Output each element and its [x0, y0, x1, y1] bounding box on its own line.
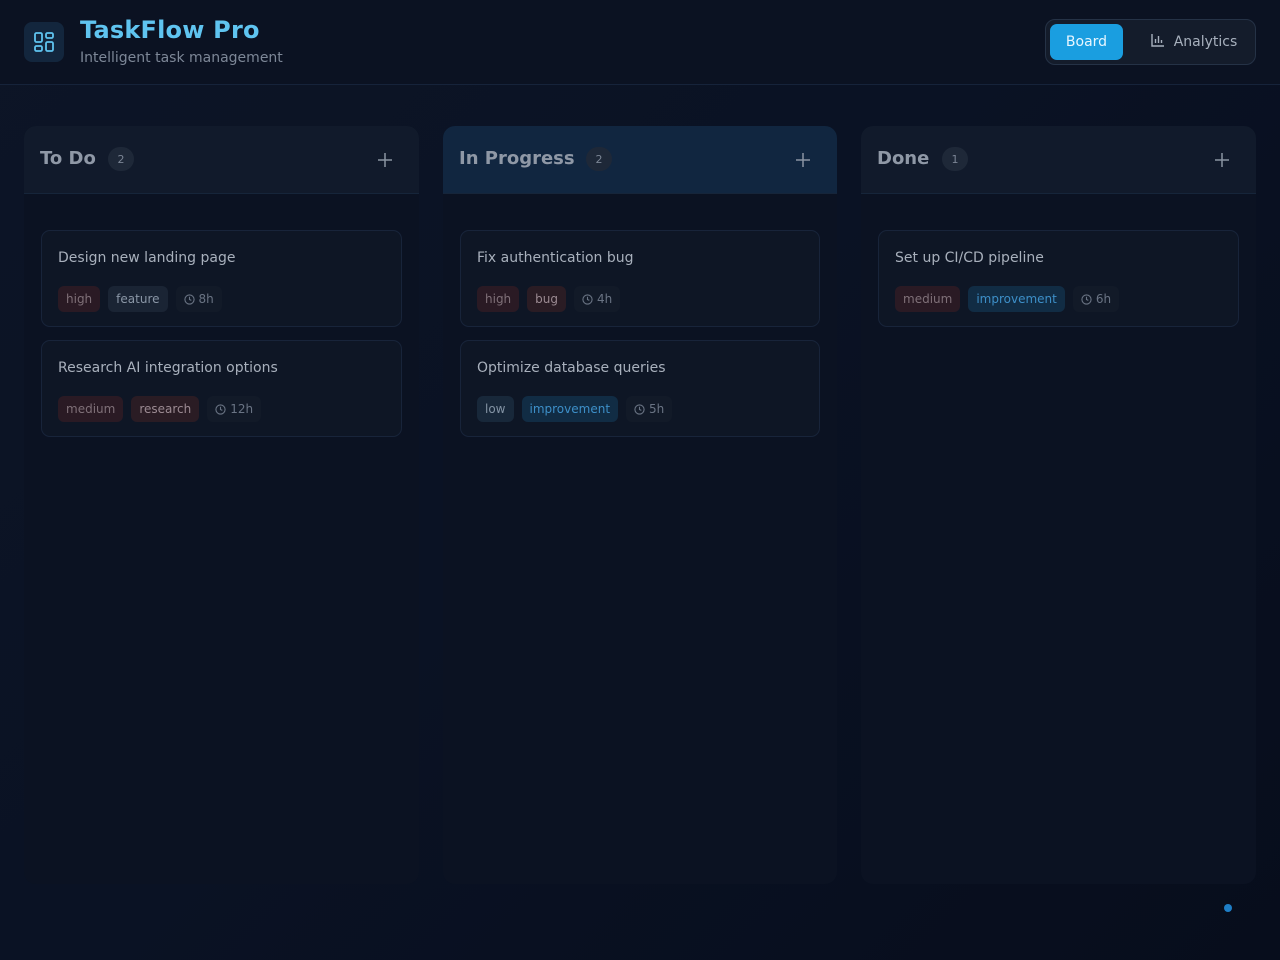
- clock-icon: [634, 403, 645, 415]
- analytics-view-button[interactable]: Analytics: [1136, 24, 1252, 60]
- task-title: Optimize database queries: [477, 360, 666, 376]
- plus-icon: [1215, 153, 1229, 167]
- estimate-value: 5h: [649, 402, 665, 416]
- clock-icon: [1081, 293, 1092, 305]
- column-count-badge: 2: [108, 147, 134, 171]
- column-in-progress: In Progress 2 Fix authentication bug hig…: [443, 126, 837, 884]
- task-card[interactable]: Fix authentication bug high bug 4h: [460, 230, 820, 327]
- task-title: Research AI integration options: [58, 360, 278, 376]
- status-dot: [1224, 904, 1232, 912]
- estimate-value: 8h: [198, 292, 214, 306]
- task-card[interactable]: Optimize database queries low improvemen…: [460, 340, 820, 437]
- category-tag: improvement: [521, 396, 619, 422]
- task-card[interactable]: Design new landing page high feature 8h: [41, 230, 402, 327]
- column-header: In Progress 2: [443, 126, 837, 194]
- plus-icon: [378, 153, 392, 167]
- view-switcher: Board Analytics: [1045, 19, 1256, 65]
- priority-tag: high: [477, 286, 520, 312]
- estimate-value: 4h: [597, 292, 613, 306]
- estimate-tag: 6h: [1072, 286, 1120, 312]
- app-subtitle: Intelligent task management: [80, 50, 283, 66]
- estimate-tag: 12h: [207, 396, 262, 422]
- grid-layout-icon: [24, 22, 64, 62]
- task-title: Fix authentication bug: [477, 250, 634, 266]
- category-tag: research: [131, 396, 200, 422]
- bar-chart-icon: [1151, 33, 1165, 51]
- estimate-tag: 4h: [574, 286, 621, 312]
- column-title: To Do: [40, 148, 96, 169]
- priority-tag: high: [58, 286, 101, 312]
- column-header: To Do 2: [24, 126, 419, 194]
- priority-tag: low: [477, 396, 514, 422]
- task-title: Set up CI/CD pipeline: [895, 250, 1044, 266]
- task-card[interactable]: Research AI integration options medium r…: [41, 340, 402, 437]
- board-view-label: Board: [1065, 34, 1108, 50]
- category-tag: improvement: [968, 286, 1065, 312]
- estimate-tag: 5h: [626, 396, 673, 422]
- column-count-badge: 1: [942, 147, 968, 171]
- column-todo: To Do 2 Design new landing page high fea…: [24, 126, 419, 884]
- column-count-badge: 2: [586, 147, 612, 171]
- estimate-value: 12h: [230, 402, 254, 416]
- priority-tag: medium: [58, 396, 124, 422]
- add-task-button[interactable]: [375, 150, 395, 170]
- analytics-view-label: Analytics: [1173, 34, 1238, 50]
- clock-icon: [183, 293, 195, 305]
- clock-icon: [582, 293, 593, 305]
- task-card[interactable]: Set up CI/CD pipeline medium improvement…: [878, 230, 1239, 327]
- column-title: In Progress: [459, 148, 575, 169]
- column-done: Done 1 Set up CI/CD pipeline medium impr…: [861, 126, 1256, 884]
- category-tag: feature: [108, 286, 168, 312]
- plus-icon: [796, 153, 810, 167]
- app-title: TaskFlow Pro: [80, 16, 260, 44]
- board-view-button[interactable]: Board: [1050, 24, 1123, 60]
- app-header: TaskFlow Pro Intelligent task management…: [0, 0, 1280, 85]
- estimate-value: 6h: [1095, 292, 1112, 306]
- task-title: Design new landing page: [58, 250, 236, 266]
- priority-tag: medium: [895, 286, 961, 312]
- column-title: Done: [877, 148, 930, 169]
- clock-icon: [215, 403, 226, 415]
- column-header: Done 1: [861, 126, 1256, 194]
- category-tag: bug: [527, 286, 567, 312]
- estimate-tag: 8h: [175, 286, 222, 312]
- add-task-button[interactable]: [1212, 150, 1232, 170]
- add-task-button[interactable]: [793, 150, 813, 170]
